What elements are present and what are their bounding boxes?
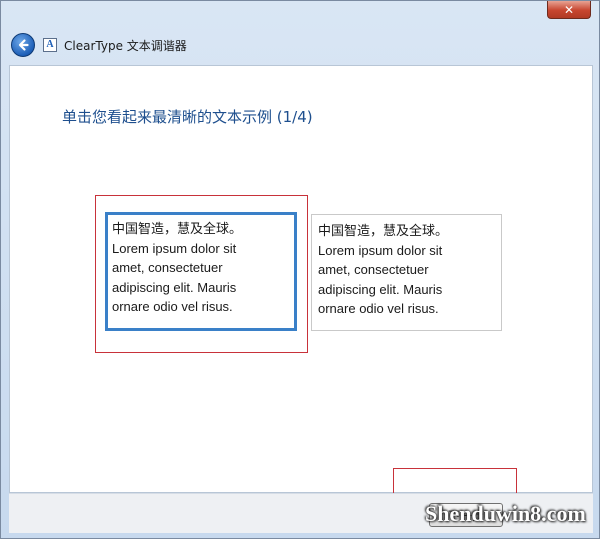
sample-line: ornare odio vel risus. [112,299,233,314]
cleartype-app-icon: A [43,38,57,52]
sample-line: adipiscing elit. Mauris [318,281,443,297]
sample-line: adipiscing elit. Mauris [112,279,237,295]
back-arrow-icon [18,39,29,51]
page-heading: 单击您看起来最清晰的文本示例 (1/4) [62,108,313,126]
sample-line: Lorem ipsum dolor sit [112,240,237,256]
text-sample-1[interactable]: 中国智造，慧及全球。 Lorem ipsum dolor sit amet, c… [105,212,297,331]
navigation-bar: A ClearType 文本调谐器 [1,27,599,65]
back-button[interactable] [11,33,35,57]
sample-line: 中国智造，慧及全球。 [112,221,243,236]
sample-line: ornare odio vel risus. [318,301,439,316]
close-icon: ✕ [563,2,575,17]
sample-line: Lorem ipsum dolor sit [318,242,443,258]
close-button[interactable]: ✕ [547,1,591,19]
watermark-text: Shenduwin8.com [425,501,586,526]
cleartype-window: ✕ A ClearType 文本调谐器 单击您看起来最清晰的文本示例 (1/4)… [0,0,600,539]
app-title: ClearType 文本调谐器 [64,39,187,53]
text-sample-2[interactable]: 中国智造，慧及全球。 Lorem ipsum dolor sit amet, c… [311,214,502,331]
sample-line: amet, consectetuer [318,262,429,277]
highlight-box-next [393,468,517,494]
content-area: 单击您看起来最清晰的文本示例 (1/4) 中国智造，慧及全球。 Lorem ip… [9,65,593,494]
sample-line: 中国智造，慧及全球。 [318,223,449,238]
sample-line: amet, consectetuer [112,260,223,275]
